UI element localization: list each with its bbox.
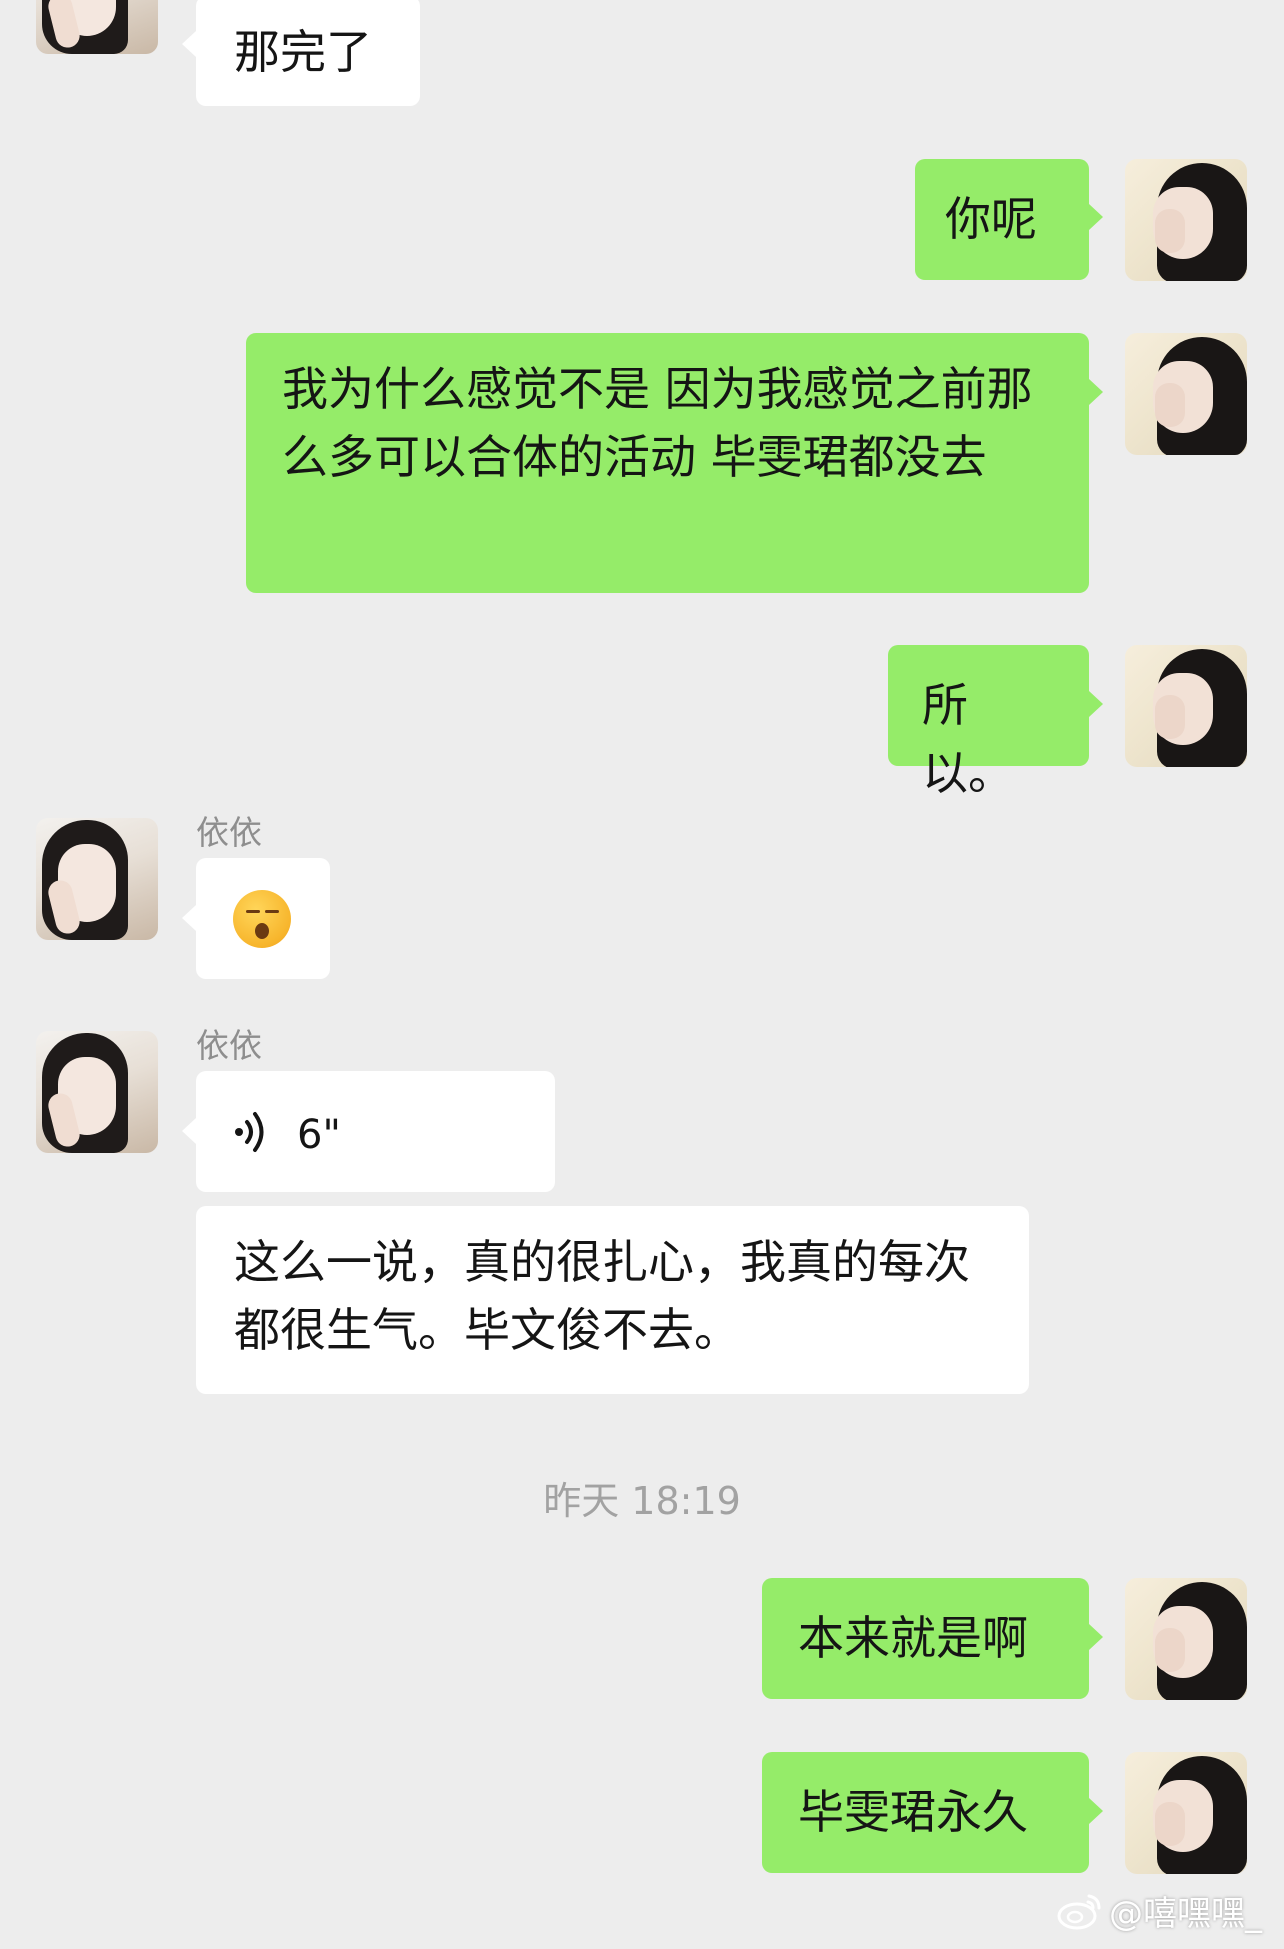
- message-text: 你呢: [945, 192, 1037, 246]
- message-bubble[interactable]: 你呢: [915, 159, 1089, 280]
- message-bubble[interactable]: 所以。: [888, 645, 1089, 800]
- message-text: 本来就是啊: [798, 1611, 1028, 1665]
- message-bubble[interactable]: 毕雯珺永久: [762, 1752, 1089, 1873]
- weibo-icon: [1057, 1894, 1101, 1929]
- bubble-tail: [1089, 1798, 1103, 1824]
- sender-name: 依依: [196, 1026, 262, 1065]
- voice-wave-icon: [235, 1112, 264, 1152]
- my-avatar[interactable]: [1125, 1578, 1247, 1700]
- my-avatar[interactable]: [1125, 645, 1247, 767]
- sender-name: 依依: [196, 813, 262, 852]
- message-bubble[interactable]: 我为什么感觉不是 因为我感觉之前那么多可以合体的活动 毕雯珺都没去: [246, 333, 1089, 593]
- bubble-tail: [1089, 691, 1103, 717]
- kiss-emoji-icon: [233, 890, 291, 948]
- bubble-tail: [1089, 1624, 1103, 1650]
- contact-avatar[interactable]: [36, 818, 158, 940]
- bubble-tail: [1089, 379, 1103, 405]
- message-text: 那完了: [234, 25, 372, 79]
- message-text: 所以。: [922, 678, 1014, 800]
- contact-avatar[interactable]: [36, 0, 158, 54]
- voice-message-bubble[interactable]: 6": [196, 1071, 555, 1192]
- message-bubble[interactable]: 本来就是啊: [762, 1578, 1089, 1699]
- message-bubble[interactable]: 这么一说，真的很扎心，我真的每次都很生气。毕文俊不去。: [196, 1206, 1029, 1394]
- my-avatar[interactable]: [1125, 333, 1247, 455]
- bubble-tail: [1089, 204, 1103, 230]
- my-avatar[interactable]: [1125, 1752, 1247, 1874]
- watermark: @嘻嘿嘿_: [1057, 1886, 1262, 1935]
- my-avatar[interactable]: [1125, 159, 1247, 281]
- message-bubble[interactable]: 那完了: [196, 0, 420, 106]
- message-text: 这么一说，真的很扎心，我真的每次都很生气。毕文俊不去。: [234, 1235, 970, 1357]
- voice-duration: 6": [297, 1112, 341, 1158]
- message-text: 毕雯珺永久: [798, 1785, 1028, 1839]
- watermark-text: @嘻嘿嘿_: [1109, 1894, 1262, 1934]
- chat-timestamp: 昨天 18:19: [543, 1479, 741, 1523]
- message-text: 我为什么感觉不是 因为我感觉之前那么多可以合体的活动 毕雯珺都没去: [282, 362, 1033, 484]
- bubble-tail: [182, 905, 196, 931]
- bubble-tail: [182, 31, 196, 57]
- contact-avatar[interactable]: [36, 1031, 158, 1153]
- bubble-tail: [182, 1118, 196, 1144]
- message-bubble[interactable]: [196, 858, 330, 979]
